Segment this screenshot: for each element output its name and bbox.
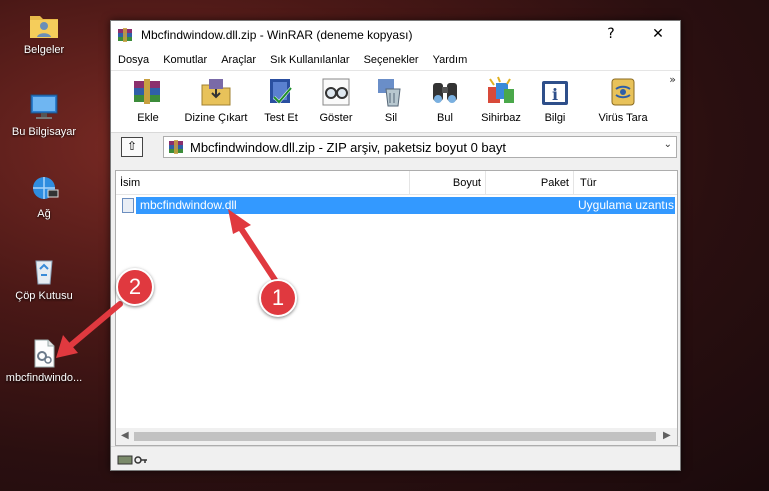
- menu-secenekler[interactable]: Seçenekler: [363, 54, 426, 66]
- toolbar-label: Sihirbaz: [481, 112, 521, 124]
- winrar-app-icon: [117, 27, 133, 43]
- column-size[interactable]: Boyut: [410, 171, 486, 195]
- close-button[interactable]: ✕: [636, 21, 680, 49]
- desktop-icon-belgeler[interactable]: Belgeler: [3, 10, 85, 56]
- zip-archive-icon: [168, 139, 184, 155]
- desktop-icon-label: Çöp Kutusu: [15, 290, 73, 302]
- desktop-icon-dll-file[interactable]: mbcfindwindo...: [3, 338, 85, 384]
- title-bar[interactable]: Mbcfindwindow.dll.zip - WinRAR (deneme k…: [111, 21, 680, 49]
- drive-key-icon: [117, 452, 149, 466]
- table-row[interactable]: mbcfindwindow.dll Uygulama uzantısı: [120, 197, 678, 214]
- status-bar: [111, 446, 680, 470]
- toolbar-virus-scan-button[interactable]: Virüs Tara: [595, 75, 651, 124]
- find-binoculars-icon: [428, 75, 462, 109]
- desktop-icon-label: Ağ: [37, 208, 51, 220]
- menu-araclar[interactable]: Araçlar: [220, 54, 263, 66]
- file-list[interactable]: ⌃ İsim Boyut Paket Tür mbcfindwindow.dll…: [115, 170, 678, 446]
- virus-scan-icon: [606, 75, 640, 109]
- column-type[interactable]: Tür: [574, 171, 677, 195]
- toolbar-test-button[interactable]: Test Et: [257, 75, 305, 124]
- delete-icon: [374, 75, 408, 109]
- file-type: Uygulama uzantısı: [578, 198, 678, 212]
- toolbar-wizard-button[interactable]: Sihirbaz: [475, 75, 527, 124]
- desktop-icon-label: mbcfindwindo...: [5, 372, 83, 384]
- winrar-window: Mbcfindwindow.dll.zip - WinRAR (deneme k…: [110, 20, 681, 471]
- dll-file-icon: [122, 198, 134, 213]
- window-title: Mbcfindwindow.dll.zip - WinRAR (deneme k…: [141, 28, 413, 42]
- info-icon: i: [538, 75, 572, 109]
- desktop-icon-cop-kutusu[interactable]: Çöp Kutusu: [3, 256, 85, 302]
- address-combo[interactable]: Mbcfindwindow.dll.zip - ZIP arşiv, paket…: [163, 136, 677, 158]
- chevron-down-icon[interactable]: ⌄: [664, 139, 672, 150]
- desktop-icon-ag[interactable]: Ağ: [3, 174, 85, 220]
- scrollbar-thumb[interactable]: [134, 432, 656, 441]
- menu-bar: Dosya Komutlar Araçlar Sık Kullanılanlar…: [111, 49, 680, 71]
- toolbar-delete-button[interactable]: Sil: [369, 75, 413, 124]
- view-glasses-icon: [319, 75, 353, 109]
- file-name: mbcfindwindow.dll: [140, 198, 237, 212]
- toolbar-overflow-button[interactable]: »: [669, 73, 676, 86]
- toolbar-extract-button[interactable]: Dizine Çıkart: [179, 75, 253, 124]
- menu-yardim[interactable]: Yardım: [432, 54, 475, 66]
- toolbar-label: Test Et: [264, 112, 298, 124]
- recycle-bin-icon: [28, 256, 60, 286]
- menu-sik-kullanilanlar[interactable]: Sık Kullanılanlar: [269, 54, 357, 66]
- column-packed[interactable]: Paket: [486, 171, 574, 195]
- test-icon: [264, 75, 298, 109]
- add-books-icon: [131, 75, 165, 109]
- network-icon: [28, 174, 60, 204]
- scroll-left-icon[interactable]: ◀: [121, 430, 129, 441]
- menu-dosya[interactable]: Dosya: [117, 54, 156, 66]
- dll-file-icon: [28, 338, 60, 368]
- desktop-icon-label: Bu Bilgisayar: [11, 126, 77, 138]
- toolbar-label: Sil: [384, 112, 398, 124]
- toolbar: Ekle Dizine Çıkart Test Et Göster Sil Bu…: [111, 71, 680, 133]
- extract-folder-icon: [199, 75, 233, 109]
- scroll-right-icon[interactable]: ▶: [663, 430, 671, 441]
- toolbar-find-button[interactable]: Bul: [423, 75, 467, 124]
- toolbar-label: Ekle: [137, 112, 159, 124]
- toolbar-label: Virüs Tara: [598, 112, 648, 124]
- up-folder-button[interactable]: ⇧: [121, 137, 143, 157]
- toolbar-label: Bilgi: [544, 112, 566, 124]
- menu-komutlar[interactable]: Komutlar: [162, 54, 214, 66]
- wizard-icon: [484, 75, 518, 109]
- callout-1: 1: [259, 279, 297, 317]
- callout-2: 2: [116, 268, 154, 306]
- desktop-icon-bu-bilgisayar[interactable]: Bu Bilgisayar: [3, 92, 85, 138]
- toolbar-view-button[interactable]: Göster: [311, 75, 361, 124]
- computer-icon: [28, 92, 60, 122]
- desktop-icon-label: Belgeler: [23, 44, 65, 56]
- toolbar-info-button[interactable]: i Bilgi: [533, 75, 577, 124]
- toolbar-label: Bul: [437, 112, 453, 124]
- horizontal-scrollbar[interactable]: ◀ ▶: [116, 428, 677, 445]
- address-bar: ⇧ Mbcfindwindow.dll.zip - ZIP arşiv, pak…: [111, 133, 680, 161]
- toolbar-add-button[interactable]: Ekle: [123, 75, 173, 124]
- svg-text:i: i: [552, 85, 558, 104]
- column-name[interactable]: İsim: [116, 171, 410, 195]
- toolbar-label: Dizine Çıkart: [184, 112, 248, 124]
- folder-user-icon: [28, 10, 60, 40]
- help-button[interactable]: ?: [589, 21, 633, 49]
- column-header: ⌃ İsim Boyut Paket Tür: [116, 171, 677, 195]
- toolbar-label: Göster: [319, 112, 353, 124]
- address-text: Mbcfindwindow.dll.zip - ZIP arşiv, paket…: [190, 139, 506, 155]
